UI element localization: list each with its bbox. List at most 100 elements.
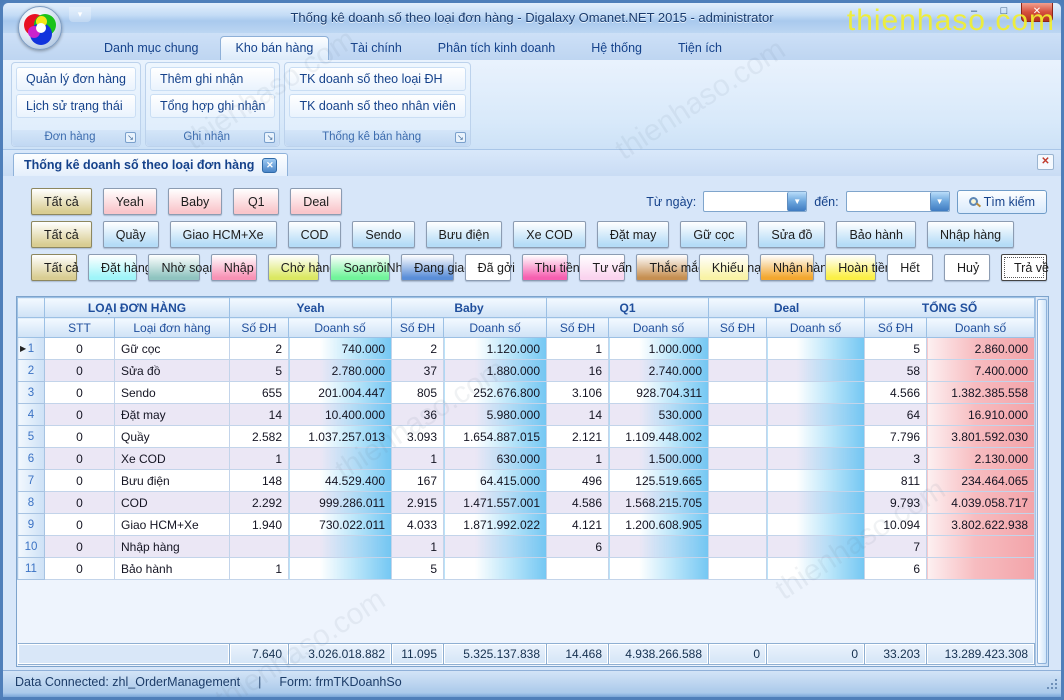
filter-button-het[interactable]: Hết [887,254,933,281]
cell-value[interactable]: 2 [392,338,444,360]
column-band-loai-don-hang[interactable]: LOẠI ĐƠN HÀNG [45,298,230,318]
row-header[interactable]: 4 [18,404,45,426]
cell-value[interactable]: 64 [865,404,927,426]
cell-value[interactable] [289,448,392,470]
filter-button-xe-cod[interactable]: Xe COD [513,221,586,248]
cell-value[interactable]: 2.582 [230,426,289,448]
cell-order-type[interactable]: Đặt may [115,404,230,426]
tab-thong-ke-doanh-so[interactable]: Thống kê doanh số theo loại đơn hàng ✕ [13,153,288,176]
filter-button-khieu-nai[interactable]: Khiếu nại [699,254,749,281]
filter-button-tat-ca[interactable]: Tất cả [31,254,77,281]
filter-button-baby[interactable]: Baby [168,188,223,215]
cell-value[interactable]: 811 [865,470,927,492]
filter-button-cho-hang[interactable]: Chờ hàng [268,254,320,281]
vertical-scrollbar[interactable] [1035,297,1048,666]
filter-button-tu-van[interactable]: Tư vấn [579,254,625,281]
row-header[interactable]: 5 [18,426,45,448]
cell-value[interactable]: 1.940 [230,514,289,536]
chevron-down-icon[interactable]: ▼ [787,192,806,211]
minimize-button[interactable]: – [961,3,987,21]
column-header-count[interactable]: Số ĐH [230,318,289,338]
cell-value[interactable] [767,470,865,492]
column-header-revenue[interactable]: Doanh số [289,318,392,338]
cell-order-type[interactable]: Nhập hàng [115,536,230,558]
cell-value[interactable] [767,514,865,536]
cell-value[interactable]: 1 [392,536,444,558]
ribbon-button-them-ghi-nhan[interactable]: Thêm ghi nhận [150,67,276,91]
cell-value[interactable]: 167 [392,470,444,492]
filter-button-yeah[interactable]: Yeah [103,188,157,215]
column-band-deal[interactable]: Deal [709,298,865,318]
filter-button-nho-soan[interactable]: Nhờ soạn [148,254,199,281]
cell-value[interactable]: 928.704.311 [609,382,709,404]
maximize-button[interactable]: □ [991,3,1017,21]
cell-order-type[interactable]: Sửa đồ [115,360,230,382]
row-header[interactable]: 3 [18,382,45,404]
filter-button-sendo[interactable]: Sendo [352,221,414,248]
cell-value[interactable]: 2.292 [230,492,289,514]
ribbon-button-lich-su-trang-thai[interactable]: Lịch sử trạng thái [16,94,136,118]
filter-button-cod[interactable]: COD [288,221,342,248]
cell-value[interactable]: 1.500.000 [609,448,709,470]
cell-value[interactable] [767,338,865,360]
row-header[interactable]: 11 [18,558,45,580]
panel-close-icon[interactable]: ✕ [1037,154,1054,170]
ribbon-button-quan-ly-don-hang[interactable]: Quản lý đơn hàng [16,67,136,91]
cell-order-type[interactable]: COD [115,492,230,514]
cell-value[interactable] [444,558,547,580]
cell-value[interactable]: 7.796 [865,426,927,448]
filter-button-nhap[interactable]: Nhập [211,254,257,281]
ribbon-tab-kho-ban-hang[interactable]: Kho bán hàng [220,36,330,60]
cell-value[interactable]: 2.121 [547,426,609,448]
cell-value[interactable]: 1.880.000 [444,360,547,382]
column-band-tong-so[interactable]: TỔNG SỐ [865,298,1035,318]
cell-value[interactable]: 1 [392,448,444,470]
from-date-input[interactable] [704,192,786,211]
cell-value[interactable]: 1.200.608.905 [609,514,709,536]
cell-stt[interactable]: 0 [45,514,115,536]
column-band-q1[interactable]: Q1 [547,298,709,318]
cell-stt[interactable]: 0 [45,338,115,360]
to-date-combobox[interactable]: ▼ [846,191,950,212]
cell-value[interactable]: 14 [230,404,289,426]
cell-value[interactable] [709,492,767,514]
ribbon-tab-danh-muc-chung[interactable]: Danh mục chung [89,37,214,60]
cell-stt[interactable]: 0 [45,360,115,382]
row-header[interactable]: 6 [18,448,45,470]
filter-button-hoan-tien[interactable]: Hoàn tiền [825,254,876,281]
cell-value[interactable] [927,558,1035,580]
filter-button-dat-hang[interactable]: Đặt hàng [88,254,137,281]
column-header-revenue[interactable]: Doanh số [927,318,1035,338]
cell-order-type[interactable]: Bảo hành [115,558,230,580]
cell-value[interactable] [709,448,767,470]
cell-value[interactable]: 1.382.385.558 [927,382,1035,404]
column-band-yeah[interactable]: Yeah [230,298,392,318]
tab-close-icon[interactable]: ✕ [262,158,277,173]
table-row[interactable]: 70Bưu điện14844.529.40016764.415.0004961… [18,470,1035,492]
cell-value[interactable]: 58 [865,360,927,382]
cell-value[interactable]: 655 [230,382,289,404]
filter-button-dat-may[interactable]: Đặt may [597,221,670,248]
cell-value[interactable] [289,558,392,580]
cell-value[interactable]: 3 [865,448,927,470]
cell-value[interactable]: 1 [547,338,609,360]
cell-value[interactable]: 2.130.000 [927,448,1035,470]
row-header[interactable]: 2 [18,360,45,382]
cell-value[interactable]: 16.910.000 [927,404,1035,426]
cell-value[interactable] [709,426,767,448]
cell-value[interactable]: 234.464.065 [927,470,1035,492]
row-header[interactable]: 7 [18,470,45,492]
cell-value[interactable]: 730.022.011 [289,514,392,536]
app-logo-icon[interactable] [18,6,62,50]
cell-value[interactable]: 1 [230,558,289,580]
filter-button-dang-giao[interactable]: Đang giao [401,254,453,281]
row-header[interactable]: 10 [18,536,45,558]
cell-value[interactable]: 4.566 [865,382,927,404]
cell-value[interactable]: 3.106 [547,382,609,404]
cell-value[interactable]: 630.000 [444,448,547,470]
cell-value[interactable]: 1.120.000 [444,338,547,360]
cell-value[interactable]: 44.529.400 [289,470,392,492]
column-header-count[interactable]: Số ĐH [392,318,444,338]
chevron-down-icon[interactable]: ▼ [930,192,949,211]
cell-value[interactable]: 2.915 [392,492,444,514]
